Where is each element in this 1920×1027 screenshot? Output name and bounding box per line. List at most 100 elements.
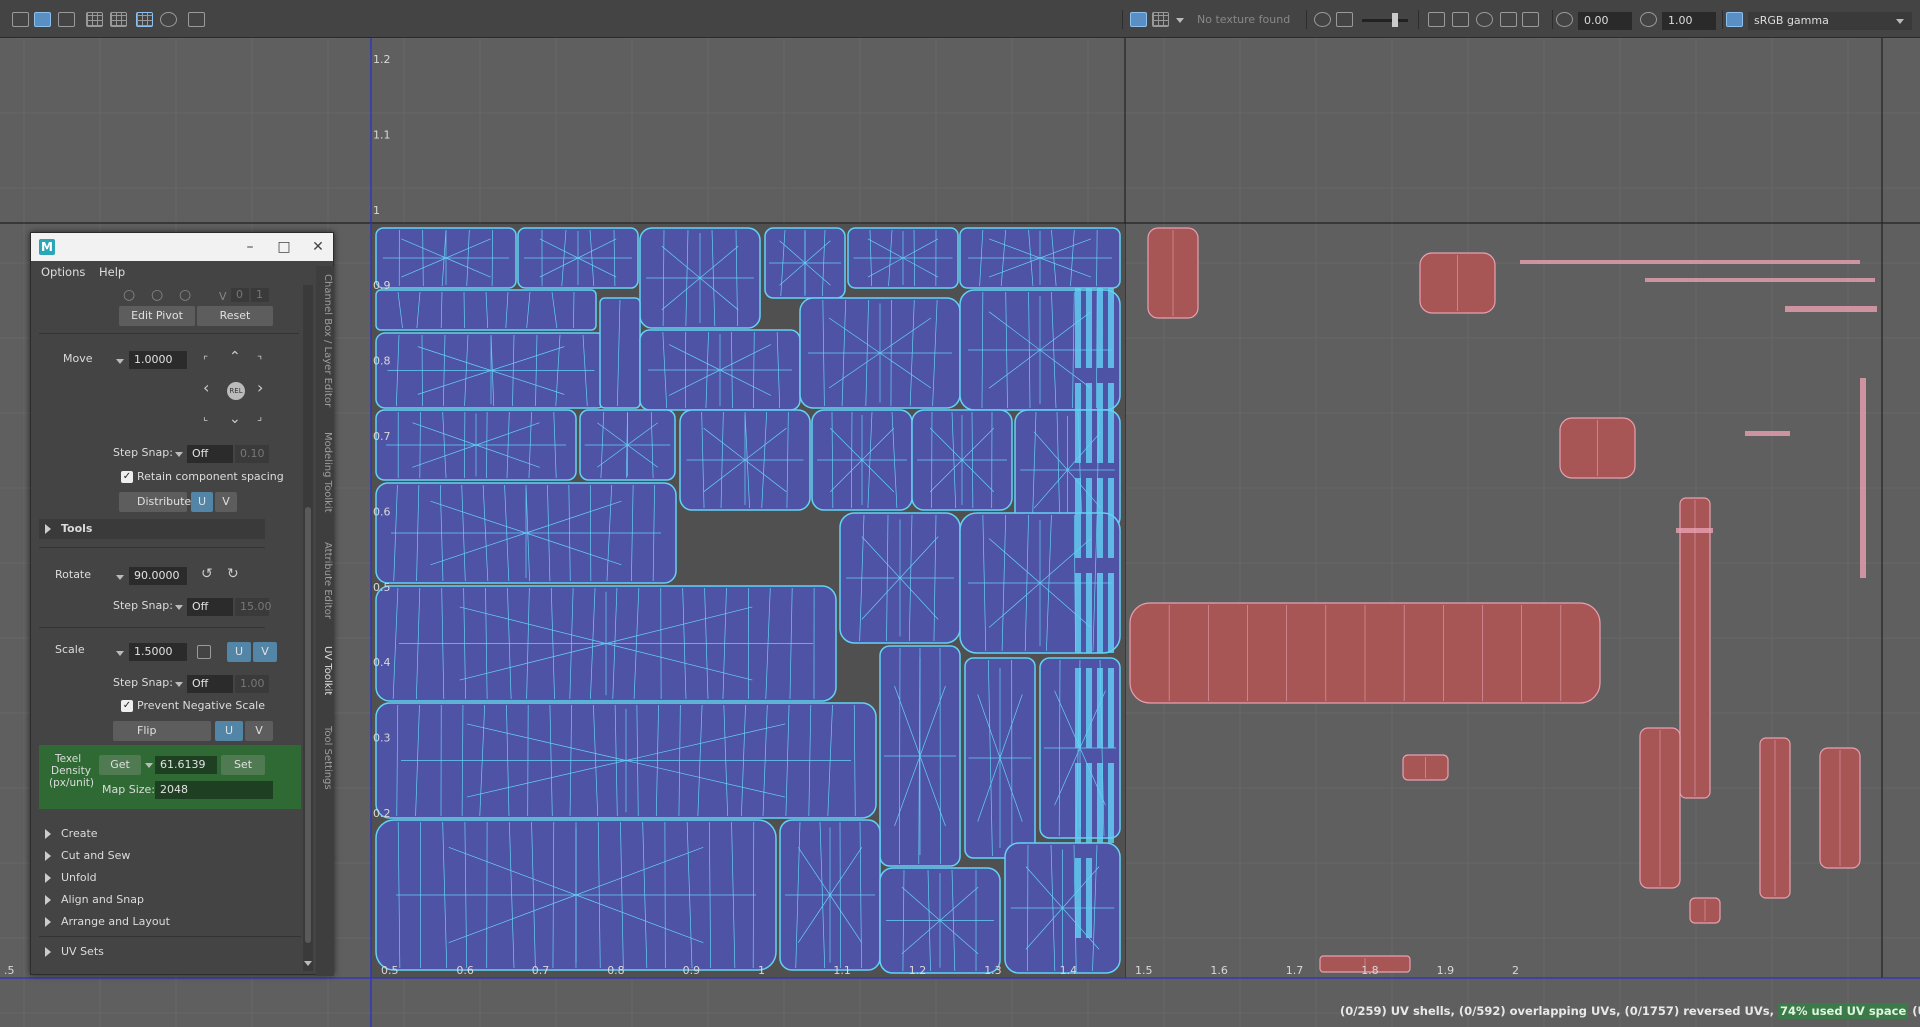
chevron-down-icon[interactable] [116,575,124,580]
flip-u-button[interactable]: U [215,721,243,741]
section-unfold[interactable]: Unfold [39,868,297,888]
move-up-right-icon[interactable]: ⌝ [257,354,262,368]
refresh-icon[interactable] [1476,12,1493,27]
dim-slider[interactable] [1362,13,1408,27]
retain-spacing-checkbox[interactable]: ✓ [121,471,133,483]
tab-attribute-editor[interactable]: Attribute Editor [317,542,333,619]
layout-icon[interactable] [12,12,29,27]
scale-step-snap-mode[interactable]: Off [187,675,233,693]
pixel-snap-icon[interactable] [1428,12,1445,27]
dim-slider-handle[interactable] [1392,13,1398,27]
pivot-v1-field[interactable]: 1 [251,288,269,302]
checker-icon[interactable] [1152,12,1169,27]
section-arrange-and-layout[interactable]: Arrange and Layout [39,912,297,932]
color-management-icon[interactable] [1726,12,1743,27]
pivot-v0-field[interactable]: 0 [231,288,249,302]
gear-icon[interactable] [160,12,177,27]
move-right-icon[interactable]: › [257,380,263,396]
move-step-snap-value[interactable]: 0.10 [235,445,269,463]
chevron-down-icon[interactable] [175,452,183,457]
scale-v-button[interactable]: V [253,642,277,662]
grid-icon[interactable] [86,12,103,27]
snap-grid-icon[interactable] [136,12,153,27]
chevron-down-icon[interactable] [116,651,124,656]
image-range-icon[interactable] [1452,12,1469,27]
texel-value-field[interactable]: 61.6139 [155,756,217,774]
v-axis-label: 0.9 [373,279,391,292]
move-up-left-icon[interactable]: ⌜ [203,354,208,368]
tools-section-header[interactable]: Tools [39,519,265,539]
move-down-right-icon[interactable]: ⌟ [257,410,262,424]
scale-step-snap-value[interactable]: 1.00 [235,675,269,693]
image-icon[interactable] [58,12,75,27]
scale-uniform-icon[interactable] [197,645,211,659]
pivot-radio-icon[interactable]: ○ [151,287,163,303]
flip-v-button[interactable]: V [245,721,273,741]
chevron-down-icon[interactable] [1896,19,1904,24]
menu-options[interactable]: Options [41,265,85,279]
psd-icon[interactable] [1522,12,1539,27]
move-left-icon[interactable]: ‹ [203,380,209,396]
display-image-icon[interactable] [1130,12,1147,27]
chevron-down-icon[interactable] [116,359,124,364]
move-down-icon[interactable]: ⌄ [229,412,241,426]
move-step-snap-mode[interactable]: Off [187,445,233,463]
uv-strip [1086,478,1092,558]
camera-icon[interactable] [188,12,205,27]
menu-help[interactable]: Help [99,265,125,279]
tab-channel-box[interactable]: Channel Box / Layer Editor [317,274,333,407]
texel-set-button[interactable]: Set [221,755,265,775]
chevron-down-icon[interactable] [145,763,153,768]
tab-tool-settings[interactable]: Tool Settings [317,726,333,790]
close-image-icon[interactable] [1500,12,1517,27]
rotate-cw-icon[interactable]: ↻ [227,567,239,581]
tab-modeling-toolkit[interactable]: Modeling Toolkit [317,432,333,513]
scroll-down-icon[interactable] [304,961,312,966]
distribute-button[interactable]: Distribute [119,492,191,512]
checker-grid-icon[interactable] [110,12,127,27]
exposure-field[interactable]: 0.00 [1578,12,1632,30]
gamma-field[interactable]: 1.00 [1662,12,1716,30]
rotate-value-field[interactable]: 90.0000 [129,567,187,585]
panel-title-bar[interactable]: M – □ ✕ [31,233,333,261]
tab-uv-toolkit[interactable]: UV Toolkit [317,646,333,695]
section-uv-sets[interactable]: UV Sets [39,942,297,962]
texture-icon[interactable] [1336,12,1353,27]
shaded-icon[interactable] [1314,12,1331,27]
chevron-down-icon[interactable] [175,605,183,610]
uv-editor-icon[interactable] [34,12,51,27]
panel-scrollbar-thumb[interactable] [305,507,311,943]
section-create[interactable]: Create [39,824,297,844]
panel-scrollbar[interactable] [303,285,313,971]
chevron-down-icon[interactable] [175,682,183,687]
move-down-left-icon[interactable]: ⌞ [203,410,208,424]
rotate-step-snap-value[interactable]: 15.00 [235,598,272,616]
section-align-and-snap[interactable]: Align and Snap [39,890,297,910]
flip-button[interactable]: Flip [113,721,211,741]
map-size-field[interactable]: 2048 [155,781,273,799]
scale-u-button[interactable]: U [227,642,251,662]
prevent-negative-scale-checkbox[interactable]: ✓ [121,700,133,712]
color-space-select[interactable]: sRGB gamma [1748,12,1912,30]
scale-value-field[interactable]: 1.5000 [129,643,187,661]
texel-get-button[interactable]: Get [99,755,141,775]
maximize-icon[interactable]: □ [273,237,295,257]
exposure-icon[interactable] [1556,12,1573,27]
map-size-label: Map Size: [102,783,155,796]
distribute-v-button[interactable]: V [215,492,237,512]
move-up-icon[interactable]: ⌃ [229,350,241,364]
rotate-ccw-icon[interactable]: ↺ [201,567,213,581]
pivot-radio-icon[interactable]: ○ [123,287,135,303]
minimize-icon[interactable]: – [239,237,261,257]
gamma-icon[interactable] [1640,12,1657,27]
reset-button[interactable]: Reset [197,306,273,326]
edit-pivot-button[interactable]: Edit Pivot [119,306,195,326]
move-relative-button[interactable]: REL [227,382,245,400]
pivot-radio-icon[interactable]: ○ [179,287,191,303]
move-value-field[interactable]: 1.0000 [129,351,187,369]
rotate-step-snap-mode[interactable]: Off [187,598,233,616]
distribute-u-button[interactable]: U [191,492,213,512]
section-cut-and-sew[interactable]: Cut and Sew [39,846,297,866]
chevron-down-icon[interactable] [1176,18,1184,23]
close-icon[interactable]: ✕ [307,237,329,257]
